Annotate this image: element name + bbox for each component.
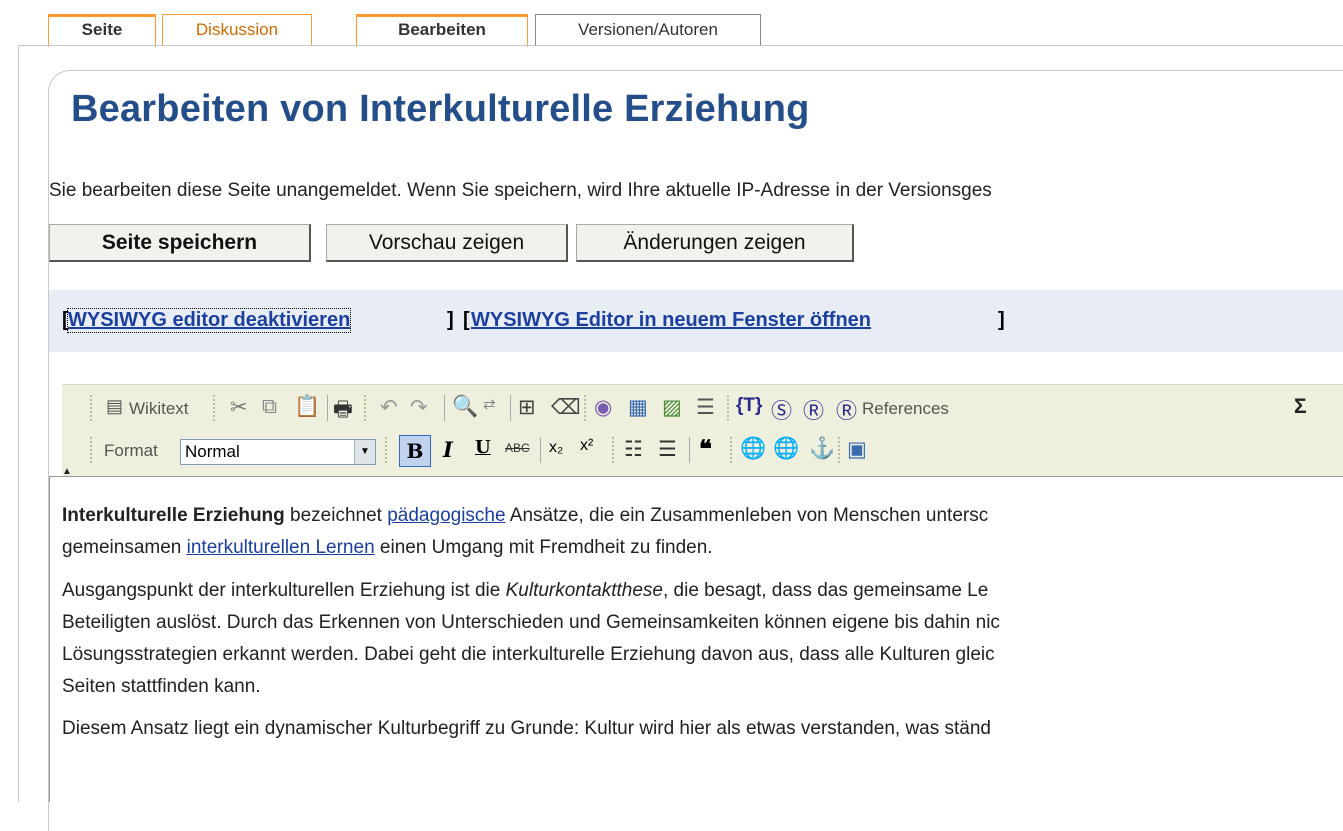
blockquote-icon[interactable]: ❝ — [699, 435, 712, 464]
tab-bar: Seite Diskussion Bearbeiten Versionen/Au… — [0, 0, 1343, 47]
tab-diskussion[interactable]: Diskussion — [162, 14, 312, 45]
toolbar-separator — [327, 395, 332, 421]
show-changes-button[interactable]: Änderungen zeigen — [576, 224, 854, 262]
toolbar-separator — [612, 437, 618, 463]
subscript-icon[interactable]: x₂ — [549, 439, 563, 457]
paragraph-2-line-3: Lösungsstrategien erkannt werden. Dabei … — [62, 644, 995, 665]
print-icon[interactable]: 🖶 — [333, 395, 353, 430]
special-s-icon[interactable]: Ⓢ — [771, 395, 792, 425]
image-icon[interactable]: ◉ — [594, 395, 612, 420]
wysiwyg-new-window-link[interactable]: WYSIWYG Editor in neuem Fenster öffnen — [471, 309, 871, 332]
page-title: Bearbeiten von Interkulturelle Erziehung — [71, 88, 810, 130]
references-button[interactable]: References — [862, 399, 949, 419]
interkulturellen-lernen-link[interactable]: interkulturellen Lernen — [187, 537, 375, 558]
text: gemeinsamen — [62, 537, 187, 558]
bold-icon[interactable]: B — [399, 435, 431, 467]
toolbar-separator — [689, 437, 694, 463]
tab-bearbeiten[interactable]: Bearbeiten — [356, 14, 528, 47]
template-icon[interactable]: {T} — [736, 395, 762, 417]
ordered-list-icon[interactable]: ☷ — [624, 437, 643, 462]
toolbar-separator — [584, 395, 590, 421]
strike-icon[interactable]: ABC — [505, 441, 530, 455]
text: , die besagt, dass das gemeinsame Le — [662, 580, 989, 601]
format-label: Format — [104, 441, 158, 460]
toolbar-separator — [444, 395, 449, 421]
editor-toolbar: ▤ Wikitext ✂ ⧉ 📋 🖶 ↶ ↷ 🔍 ⇄ ⊞ ⌫ ◉ ▦ ▨ ☰ {… — [62, 384, 1343, 477]
sigma-icon[interactable]: Σ — [1294, 395, 1307, 419]
bracket: ] — [998, 309, 1005, 331]
bold-term: Interkulturelle Erziehung — [62, 505, 285, 526]
wysiwyg-bar: [ WYSIWYG editor deaktivieren ] [ WYSIWY… — [49, 290, 1343, 352]
toolbar-separator — [213, 395, 219, 421]
text: Ansätze, die ein Zusammenleben von Mensc… — [505, 505, 989, 526]
redo-icon[interactable]: ↷ — [410, 395, 428, 420]
toolbar-separator — [510, 395, 515, 421]
find-icon[interactable]: 🔍 — [452, 395, 478, 419]
link-icon[interactable]: 🌐 — [740, 437, 766, 461]
gallery-icon[interactable]: ▨ — [662, 395, 682, 420]
paedagogische-link[interactable]: pädagogische — [387, 505, 505, 526]
select-all-icon[interactable]: ⊞ — [518, 395, 536, 420]
replace-icon[interactable]: ⇄ — [483, 395, 496, 413]
maximize-icon[interactable]: ▣ — [847, 437, 867, 462]
tab-versionen[interactable]: Versionen/Autoren — [535, 14, 761, 45]
toolbar-separator — [385, 437, 391, 463]
paragraph-1-line-2: gemeinsamen interkulturellen Lernen eine… — [62, 532, 713, 564]
toolbar-grip — [90, 437, 96, 463]
italic-icon[interactable]: I — [443, 437, 453, 462]
bracket: [ — [463, 309, 470, 331]
remove-format-icon[interactable]: ⌫ — [551, 395, 581, 420]
references-icon[interactable]: Ⓡ — [836, 395, 857, 425]
tab-seite[interactable]: Seite — [48, 14, 156, 47]
cut-icon[interactable]: ✂ — [230, 395, 248, 420]
anchor-icon[interactable]: ⚓ — [809, 437, 835, 461]
preview-button[interactable]: Vorschau zeigen — [326, 224, 568, 262]
text: Ausgangspunkt der interkulturellen Erzie… — [62, 580, 506, 601]
wysiwyg-deactivate-link[interactable]: WYSIWYG editor deaktivieren — [66, 308, 352, 333]
page-border — [18, 45, 19, 802]
paragraph-2-line-1: Ausgangspunkt der interkulturellen Erzie… — [62, 575, 988, 607]
anon-edit-notice: Sie bearbeiten diese Seite unangemeldet.… — [49, 180, 992, 201]
toolbar-separator — [730, 437, 736, 463]
copy-icon[interactable]: ⧉ — [262, 395, 277, 419]
undo-icon[interactable]: ↶ — [380, 395, 398, 420]
unlink-icon[interactable]: 🌐 — [773, 437, 799, 461]
paragraph-2-line-2: Beteiligten auslöst. Durch das Erkennen … — [62, 612, 1000, 633]
tab-divider — [18, 45, 1343, 46]
toolbar-separator — [727, 395, 733, 421]
bracket: ] — [447, 309, 454, 331]
toolbar-row-1: ▤ Wikitext ✂ ⧉ 📋 🖶 ↶ ↷ 🔍 ⇄ ⊞ ⌫ ◉ ▦ ▨ ☰ {… — [62, 389, 1343, 429]
unordered-list-icon[interactable]: ☰ — [658, 437, 677, 462]
text: bezeichnet — [284, 505, 388, 526]
paste-icon[interactable]: 📋 — [294, 395, 320, 419]
paragraph-1-line-1: Interkulturelle Erziehung bezeichnet päd… — [62, 500, 988, 532]
chevron-down-icon[interactable]: ▼ — [354, 440, 375, 464]
hr-icon[interactable]: ☰ — [696, 395, 715, 420]
paragraph-3-line-1: Diesem Ansatz liegt ein dynamischer Kult… — [62, 718, 991, 739]
format-select[interactable]: Normal ▼ — [180, 439, 376, 465]
toolbar-separator — [838, 437, 844, 463]
italic-term: Kulturkontaktthese — [505, 580, 663, 601]
table-icon[interactable]: ▦ — [628, 395, 648, 420]
toolbar-row-2: Format Normal ▼ B I U ABC x₂ x² ☷ ☰ ❝ 🌐 … — [62, 431, 1343, 471]
source-icon[interactable]: ▤ — [106, 396, 123, 417]
toolbar-grip — [90, 395, 96, 421]
superscript-icon[interactable]: x² — [580, 437, 593, 455]
toolbar-separator — [540, 437, 545, 463]
underline-icon[interactable]: U — [475, 437, 491, 458]
paragraph-2-line-4: Seiten stattfinden kann. — [62, 676, 261, 697]
format-select-value: Normal — [185, 442, 240, 461]
wikitext-button[interactable]: Wikitext — [129, 399, 189, 419]
save-button[interactable]: Seite speichern — [49, 224, 311, 262]
text: einen Umgang mit Fremdheit zu finden. — [374, 537, 713, 558]
toolbar-separator — [364, 395, 370, 421]
ref-icon[interactable]: Ⓡ — [803, 395, 824, 425]
